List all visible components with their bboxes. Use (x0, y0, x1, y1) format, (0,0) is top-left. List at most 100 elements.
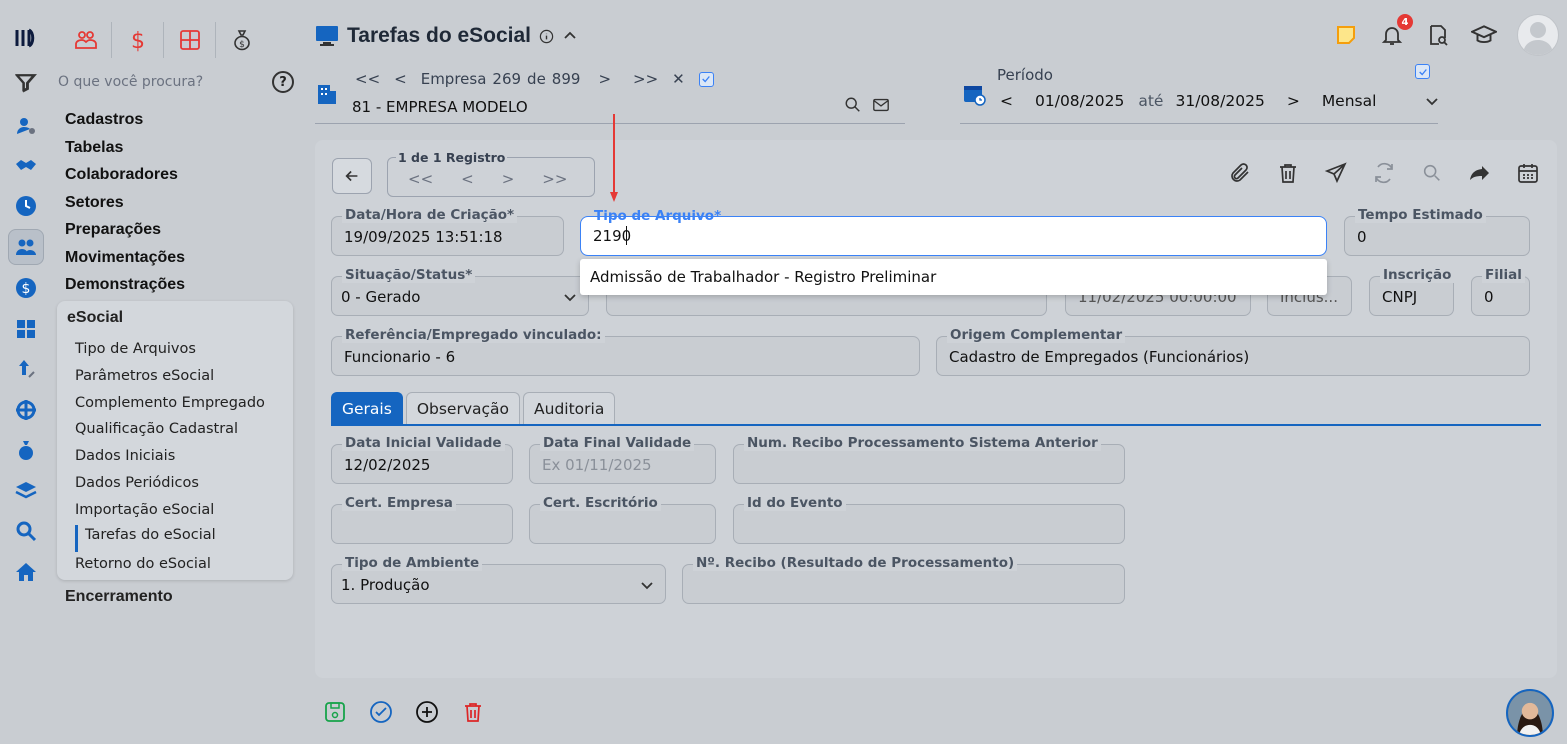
bell-icon[interactable]: 4 (1379, 14, 1413, 48)
send-icon[interactable] (1323, 160, 1349, 186)
dollar-circle-icon[interactable]: $ (8, 270, 44, 306)
menu-cadastros[interactable]: Cadastros (65, 108, 295, 136)
save-icon[interactable] (322, 699, 348, 725)
forward-icon[interactable] (1467, 160, 1493, 186)
people-module-icon[interactable] (60, 22, 112, 58)
menu-colaboradores[interactable]: Colaboradores (65, 163, 295, 191)
cadastros-user-gear-icon[interactable] (8, 108, 44, 144)
mail-icon[interactable] (872, 96, 890, 114)
first-company-button[interactable]: << (355, 70, 380, 88)
sidebar-item-qualificacao[interactable]: Qualificação Cadastral (75, 419, 238, 446)
home-icon[interactable] (8, 554, 44, 590)
sidebar-item-dados-iniciais[interactable]: Dados Iniciais (75, 446, 175, 473)
calculator-icon[interactable] (8, 311, 44, 347)
menu-movimentacoes[interactable]: Movimentações (65, 246, 295, 274)
origem-complementar-field[interactable]: Origem Complementar Cadastro de Empregad… (936, 327, 1530, 376)
menu-demonstracoes[interactable]: Demonstrações (65, 273, 295, 301)
user-avatar[interactable] (1517, 14, 1559, 56)
cert-empresa-field[interactable]: Cert. Empresa (331, 495, 513, 544)
tab-gerais[interactable]: Gerais (331, 392, 403, 424)
tab-observacao[interactable]: Observação (405, 392, 521, 424)
tempo-estimado-field[interactable]: Tempo Estimado 0 (1344, 207, 1530, 256)
menu-setores[interactable]: Setores (65, 191, 295, 219)
inscricao-field[interactable]: Inscrição CNPJ (1369, 267, 1455, 316)
filial-field[interactable]: Filial 0 (1471, 267, 1530, 316)
dropdown-option[interactable]: Admissão de Trabalhador - Registro Preli… (590, 268, 936, 286)
layers-icon[interactable] (8, 473, 44, 509)
prev-company-button[interactable]: < (394, 70, 407, 88)
search-icon[interactable] (1419, 160, 1445, 186)
search-magnifier-icon[interactable] (8, 513, 44, 549)
attach-icon[interactable] (1227, 160, 1253, 186)
data-hora-criacao-field[interactable]: Data/Hora de Criação* 19/09/2025 13:51:1… (331, 207, 564, 256)
colaboradores-icon[interactable] (8, 229, 44, 265)
sidebar-item-dados-periodicos[interactable]: Dados Periódicos (75, 473, 199, 500)
next-company-button[interactable]: > (598, 70, 611, 88)
situacao-status-select[interactable]: Situação/Status* 0 - Gerado (331, 267, 589, 316)
calculator-module-icon[interactable] (164, 22, 216, 58)
esocial-title[interactable]: eSocial (67, 309, 123, 327)
sidebar-item-importacao[interactable]: Importação eSocial (75, 500, 214, 527)
sidebar-item-parametros[interactable]: Parâmetros eSocial (75, 366, 214, 393)
back-button[interactable] (332, 158, 372, 194)
period-mode[interactable]: Mensal (1322, 92, 1377, 110)
add-icon[interactable] (414, 699, 440, 725)
next-record-button[interactable]: > (502, 170, 515, 188)
sidebar-item-tarefas[interactable]: Tarefas do eSocial (75, 525, 216, 552)
notes-icon[interactable] (1333, 22, 1359, 48)
cert-escritorio-field[interactable]: Cert. Escritório (529, 495, 716, 544)
prev-period-button[interactable]: < (1000, 92, 1013, 110)
dollar-module-icon[interactable]: $ (112, 22, 164, 58)
confirm-icon[interactable] (368, 699, 394, 725)
money-bag-icon[interactable] (8, 432, 44, 468)
menu-preparacoes[interactable]: Preparações (65, 218, 295, 246)
next-period-button[interactable]: > (1287, 92, 1300, 110)
id-evento-field[interactable]: Id do Evento (733, 495, 1125, 544)
app-logo-icon[interactable] (8, 20, 44, 56)
sidebar-item-tipo-arquivos[interactable]: Tipo de Arquivos (75, 339, 196, 366)
menu-encerramento[interactable]: Encerramento (65, 588, 173, 606)
sidebar-item-retorno[interactable]: Retorno do eSocial (75, 554, 211, 581)
company-checkbox[interactable] (698, 71, 714, 87)
tipo-arquivo-input[interactable]: Tipo de Arquivo* 2190 (580, 208, 1327, 256)
calendar-icon[interactable] (1515, 160, 1541, 186)
tipo-ambiente-select[interactable]: Tipo de Ambiente 1. Produção (331, 555, 666, 604)
first-record-button[interactable]: << (408, 170, 433, 188)
n-recibo-resultado-field[interactable]: Nº. Recibo (Resultado de Processamento) (682, 555, 1125, 604)
prev-record-button[interactable]: < (461, 170, 474, 188)
document-search-icon[interactable] (1425, 22, 1451, 48)
period-end[interactable]: 31/08/2025 (1175, 92, 1264, 110)
help-icon[interactable]: ? (272, 71, 294, 93)
period-start[interactable]: 01/08/2025 (1035, 92, 1124, 110)
period-checkbox[interactable] (1415, 64, 1430, 79)
menu-search[interactable]: O que você procura? ? (14, 68, 294, 96)
sidebar-item-complemento[interactable]: Complemento Empregado (75, 393, 265, 420)
arrow-up-edit-icon[interactable] (8, 351, 44, 387)
last-company-button[interactable]: >> (633, 70, 658, 88)
info-icon[interactable] (539, 29, 554, 44)
assistant-avatar[interactable] (1506, 689, 1554, 737)
delete-icon[interactable] (460, 699, 486, 725)
company-search-icon[interactable] (844, 96, 862, 114)
refresh-icon[interactable] (1371, 160, 1397, 186)
tab-auditoria[interactable]: Auditoria (523, 392, 616, 424)
menu-tabelas[interactable]: Tabelas (65, 136, 295, 164)
data-final-validade-field[interactable]: Data Final Validade Ex 01/11/2025 (529, 435, 716, 484)
trash-icon[interactable] (1275, 160, 1301, 186)
referencia-field[interactable]: Referência/Empregado vinculado: Funciona… (331, 327, 920, 376)
company-name[interactable]: 81 - EMPRESA MODELO (352, 98, 528, 116)
period-mode-chevron-icon[interactable] (1424, 93, 1440, 109)
last-record-button[interactable]: >> (542, 170, 567, 188)
num-recibo-anterior-field[interactable]: Num. Recibo Processamento Sistema Anteri… (733, 435, 1125, 484)
record-count-label: 1 de 1 Registro (396, 150, 508, 165)
graduation-cap-icon[interactable] (1471, 22, 1497, 48)
settings-network-icon[interactable] (8, 392, 44, 428)
menu-filter-icon[interactable] (14, 71, 36, 93)
clock-icon[interactable] (8, 188, 44, 224)
clear-company-icon[interactable]: ✕ (672, 70, 685, 88)
data-inicial-validade-field[interactable]: Data Inicial Validade 12/02/2025 (331, 435, 513, 484)
chevron-up-icon[interactable] (562, 28, 578, 44)
handshake-icon[interactable] (8, 148, 44, 184)
money-bag-module-icon[interactable]: $ (216, 22, 268, 58)
search-placeholder[interactable]: O que você procura? (58, 74, 272, 90)
